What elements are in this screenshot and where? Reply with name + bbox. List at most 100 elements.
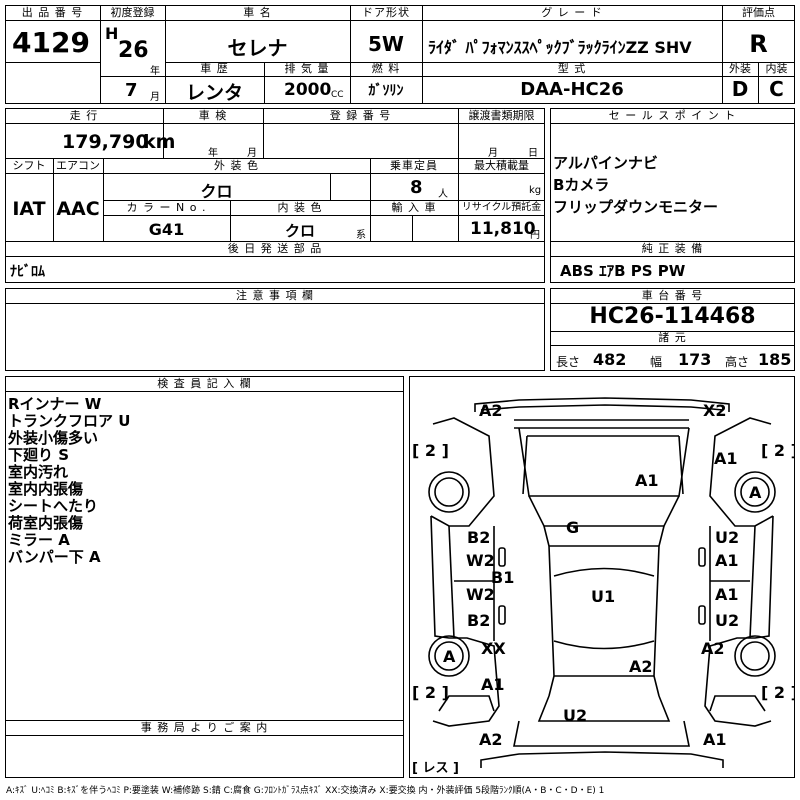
lot-number-label: 出 品 番 号 xyxy=(21,6,84,19)
mileage-unit: km xyxy=(143,131,176,153)
later-parts-label: 後 日 発 送 部 品 xyxy=(227,242,323,255)
damage-mark: U2 xyxy=(715,528,739,547)
capacity: 8 xyxy=(410,177,423,198)
inspection-label: 車 検 xyxy=(198,109,228,122)
interior-color: クロ xyxy=(284,222,315,240)
damage-mark: A2 xyxy=(701,639,725,658)
car-damage-diagram: A2 X2 [ 2 ] [ 2 ] A1 A1 A G B2 U2 W2 A1 … xyxy=(412,397,795,776)
first-registration-label: 初度登録 xyxy=(110,6,155,19)
grade: ﾗｲﾀﾞ ﾊﾟﾌｫﾏﾝｽｽﾍﾟｯｸﾌﾞﾗｯｸﾗｲﾝZZ SHV xyxy=(428,38,692,57)
registration-year: 26 xyxy=(118,38,149,63)
interior-score: C xyxy=(769,77,784,101)
equipment: ABS ｴｱB PS PW xyxy=(560,262,686,280)
chassis-number: HC26-114468 xyxy=(589,304,756,329)
lot-number: 4129 xyxy=(12,26,90,59)
registration-number-label: 登 録 番 号 xyxy=(329,109,392,122)
inspection-year-unit: 年 xyxy=(208,148,218,159)
inspector-note: 下廻り S xyxy=(8,446,70,464)
capacity-unit: 人 xyxy=(438,189,448,200)
damage-mark: U1 xyxy=(591,587,615,606)
shift-label: シフト xyxy=(12,159,46,172)
inspector-note: バンパー下 A xyxy=(8,548,101,566)
recycle-fee: 11,810 xyxy=(470,219,536,239)
fuel: ｶﾞｿﾘﾝ xyxy=(368,83,404,99)
registration-month: 7 xyxy=(125,80,138,101)
length: 482 xyxy=(593,350,627,369)
damage-mark: B2 xyxy=(467,611,490,630)
later-parts: ﾅﾋﾞﾛﾑ xyxy=(10,264,45,280)
damage-mark: A1 xyxy=(703,730,727,749)
damage-mark: XX xyxy=(481,639,506,658)
caution-label: 注 意 事 項 欄 xyxy=(236,289,314,302)
car-name-label: 車 名 xyxy=(243,6,272,19)
transfer-month-unit: 月 xyxy=(488,148,498,159)
inspector-note: 外装小傷多い xyxy=(8,429,99,447)
inspection-month-unit: 月 xyxy=(247,148,257,159)
door-type-label: ドア形状 xyxy=(362,6,410,19)
damage-mark: [ レス ] xyxy=(412,761,459,776)
recycle-fee-unit: 円 xyxy=(530,230,540,241)
car-name: セレナ xyxy=(227,36,288,60)
shift: IAT xyxy=(12,198,46,220)
damage-mark: [ 2 ] xyxy=(761,441,795,460)
transfer-deadline-label: 譲渡書類期限 xyxy=(468,109,535,122)
sales-point-3: フリップダウンモニター xyxy=(553,198,719,216)
inspector-note: シートへたり xyxy=(8,497,99,515)
damage-mark: A xyxy=(749,483,762,502)
specs-label: 諸 元 xyxy=(658,331,687,344)
color-number-label: カ ラ ー N o . xyxy=(126,201,207,214)
inspector-note: Rインナー W xyxy=(8,395,102,413)
equipment-label: 純 正 装 備 xyxy=(641,242,704,255)
displacement: 2000 xyxy=(284,80,332,100)
model-code: DAA-HC26 xyxy=(520,79,624,100)
inspector-note: トランクフロア U xyxy=(8,412,131,430)
damage-mark: A1 xyxy=(635,471,659,490)
history-label: 車 歴 xyxy=(200,62,229,75)
history: レンタ xyxy=(185,82,243,104)
damage-mark: A1 xyxy=(481,675,505,694)
interior-color-label: 内 装 色 xyxy=(277,201,323,214)
aircon: AAC xyxy=(56,198,100,220)
damage-mark: A2 xyxy=(479,401,503,420)
score-label: 評価点 xyxy=(742,6,775,19)
chassis-number-label: 車 台 番 号 xyxy=(641,289,704,302)
capacity-label: 乗車定員 xyxy=(390,159,438,172)
sales-point-1: アルパインナビ xyxy=(553,154,658,172)
fuel-label: 燃 料 xyxy=(371,62,401,75)
sales-point-2: Bカメラ xyxy=(553,176,610,194)
era-letter: H xyxy=(105,24,119,43)
height: 185 xyxy=(758,350,792,369)
damage-mark: A1 xyxy=(714,449,738,468)
score: R xyxy=(749,30,768,58)
office-notice-label: 事 務 局 よ り ご 案 内 xyxy=(140,721,269,734)
interior-color-unit: 系 xyxy=(356,230,366,241)
damage-mark: A1 xyxy=(715,551,739,570)
damage-mark: [ 2 ] xyxy=(412,683,449,702)
damage-mark: A1 xyxy=(715,585,739,604)
model-code-label: 型 式 xyxy=(557,62,587,75)
damage-mark: W2 xyxy=(466,585,495,604)
mileage: 179,790 xyxy=(62,131,149,153)
inspector-note: 荷室内張傷 xyxy=(8,514,84,532)
color-number: G41 xyxy=(148,220,185,239)
damage-mark: A2 xyxy=(479,730,503,749)
damage-mark: U2 xyxy=(715,611,739,630)
month-unit: 月 xyxy=(150,92,160,103)
displacement-label: 排 気 量 xyxy=(284,62,330,75)
damage-mark: A2 xyxy=(629,657,653,676)
width: 173 xyxy=(678,350,712,369)
damage-mark: [ 2 ] xyxy=(412,441,449,460)
inspector-note: ミラー A xyxy=(8,531,70,549)
exterior-score-label: 外装 xyxy=(729,62,751,75)
import-label: 輸 入 車 xyxy=(391,201,437,214)
height-label: 高さ xyxy=(725,355,750,369)
displacement-unit: CC xyxy=(331,90,344,100)
mileage-label: 走 行 xyxy=(69,109,99,122)
exterior-color-label: 外 装 色 xyxy=(214,159,259,172)
max-load-label: 最大積載量 xyxy=(474,159,529,172)
inspector-label: 検 査 員 記 入 欄 xyxy=(157,377,252,390)
inspector-note: 室内内張傷 xyxy=(8,480,84,498)
exterior-score: D xyxy=(731,77,749,101)
damage-legend: A:ｷｽﾞ U:ﾍｺﾐ B:ｷｽﾞを伴うﾍｺﾐ P:要塗装 W:補修跡 S:錆 … xyxy=(6,786,605,796)
exterior-color: クロ xyxy=(200,182,233,201)
